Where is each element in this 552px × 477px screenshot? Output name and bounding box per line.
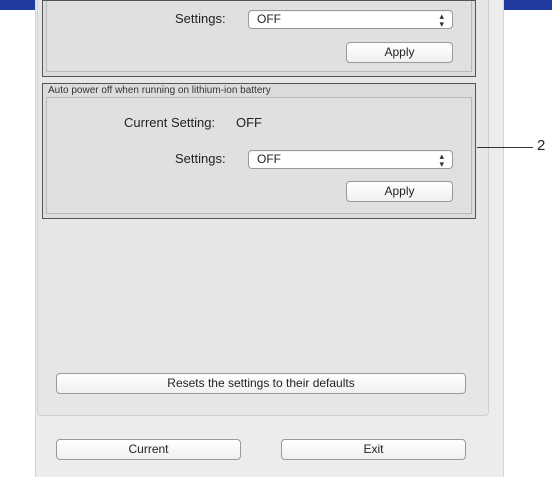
group1-settings-select[interactable]: OFF ▴ ▾ [248, 10, 453, 29]
group2-settings-label: Settings: [175, 151, 226, 166]
group2-current-setting-label: Current Setting: [124, 115, 216, 130]
group1-settings-value: OFF [257, 12, 281, 26]
group2-apply-button[interactable]: Apply [346, 181, 453, 202]
current-button[interactable]: Current [56, 439, 241, 460]
exit-button[interactable]: Exit [281, 439, 466, 460]
select-arrows-icon: ▴ ▾ [439, 10, 444, 29]
callout-line [477, 147, 533, 148]
group2-settings-select[interactable]: OFF ▴ ▾ [248, 150, 453, 169]
group1-apply-button[interactable]: Apply [346, 42, 453, 63]
group2-title: Auto power off when running on lithium-i… [48, 85, 271, 96]
select-arrows-icon: ▴ ▾ [439, 150, 444, 169]
group2-current-setting-value: OFF [236, 115, 262, 130]
group1-settings-label: Settings: [175, 11, 226, 26]
reset-defaults-button[interactable]: Resets the settings to their defaults [56, 373, 466, 394]
callout-number: 2 [537, 137, 546, 154]
group2-settings-value: OFF [257, 152, 281, 166]
